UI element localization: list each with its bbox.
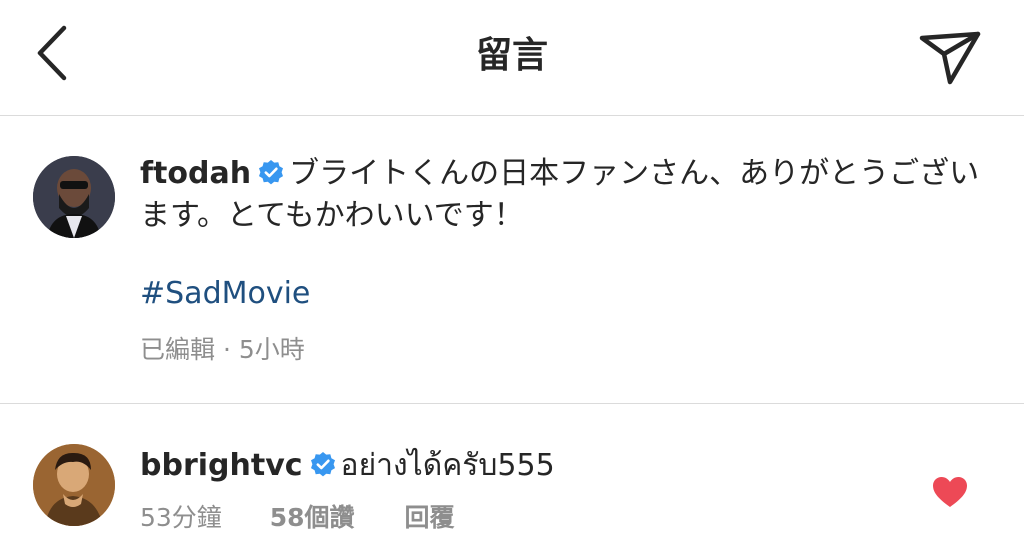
reply-button[interactable]: 回覆 <box>405 501 455 535</box>
comment-item: bbrightvc อย่างได้ครับ555 53分鐘 58個讚 回覆 <box>0 404 1024 538</box>
verified-badge-icon <box>259 160 284 185</box>
top-bar: 留言 <box>0 0 1024 116</box>
caption-post: ftodah ブライトくんの日本ファンさん、ありがとうございます。とてもかわいい… <box>0 116 1024 404</box>
caption-text-block: ftodah ブライトくんの日本ファンさん、ありがとうございます。とてもかわいい… <box>140 153 980 237</box>
comment-time: 53分鐘 <box>140 503 222 532</box>
comment-text-block: bbrightvc อย่างได้ครับ555 <box>140 445 555 487</box>
heart-icon[interactable] <box>932 476 968 508</box>
avatar-bbrightvc-image <box>33 444 115 526</box>
avatar[interactable] <box>33 444 115 526</box>
direct-message-icon[interactable] <box>916 24 986 88</box>
caption-meta: 已編輯 · 5小時 <box>140 335 305 364</box>
avatar[interactable] <box>33 156 115 238</box>
comment-text: อย่างได้ครับ555 <box>340 448 555 483</box>
comment-likes-count[interactable]: 58個讚 <box>270 501 355 535</box>
avatar-ftodah-image <box>33 156 115 238</box>
caption-username[interactable]: ftodah <box>140 156 251 191</box>
comment-meta: 53分鐘 58個讚 回覆 <box>140 501 455 535</box>
comment-username[interactable]: bbrightvc <box>140 448 303 483</box>
verified-badge-icon <box>310 452 335 477</box>
hashtag-link[interactable]: #SadMovie <box>140 273 310 315</box>
page-title: 留言 <box>475 35 548 76</box>
